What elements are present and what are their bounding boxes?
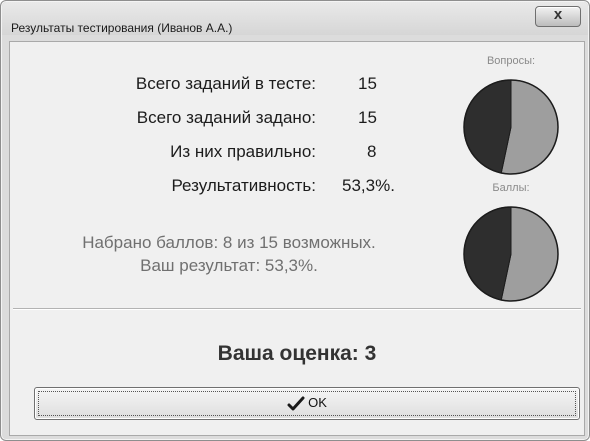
- stat-total-label: Всего заданий в тесте:: [135, 74, 316, 93]
- pie-slice-1: [463, 206, 512, 301]
- result-summary: Ваш результат: 53,3%.: [140, 256, 318, 275]
- ok-button[interactable]: OK: [34, 387, 580, 420]
- divider: [13, 308, 581, 310]
- close-icon: x: [553, 6, 563, 23]
- stat-efficiency-label: Результативность:: [171, 176, 316, 195]
- stat-asked-label: Всего заданий задано:: [136, 108, 316, 127]
- stat-total-value: 15: [358, 74, 377, 93]
- dialog-content: Всего заданий в тесте: 15 Всего заданий …: [9, 41, 585, 436]
- window-title: Результаты тестирования (Иванов А.А.): [11, 21, 233, 35]
- stat-asked-value: 15: [358, 108, 377, 127]
- questions-pie-chart: [463, 79, 559, 175]
- grade-text: Ваша оценка: 3: [217, 342, 377, 365]
- title-bar[interactable]: Результаты тестирования (Иванов А.А.) x: [2, 2, 588, 35]
- stat-efficiency-value: 53,3%.: [342, 176, 395, 195]
- close-button[interactable]: x: [535, 6, 581, 27]
- stat-correct-value: 8: [367, 142, 377, 161]
- ok-button-content: OK: [35, 395, 579, 412]
- points-chart-caption: Баллы:: [492, 182, 530, 194]
- points-pie-chart: [463, 206, 559, 302]
- questions-chart-caption: Вопросы:: [486, 55, 536, 67]
- pie-slice-1: [463, 79, 512, 174]
- checkmark-icon: [287, 396, 305, 411]
- stat-correct-label: Из них правильно:: [170, 142, 316, 161]
- points-summary: Набрано баллов: 8 из 15 возможных.: [82, 233, 376, 252]
- results-dialog: Результаты тестирования (Иванов А.А.) x …: [0, 0, 590, 441]
- ok-button-label: OK: [308, 395, 327, 410]
